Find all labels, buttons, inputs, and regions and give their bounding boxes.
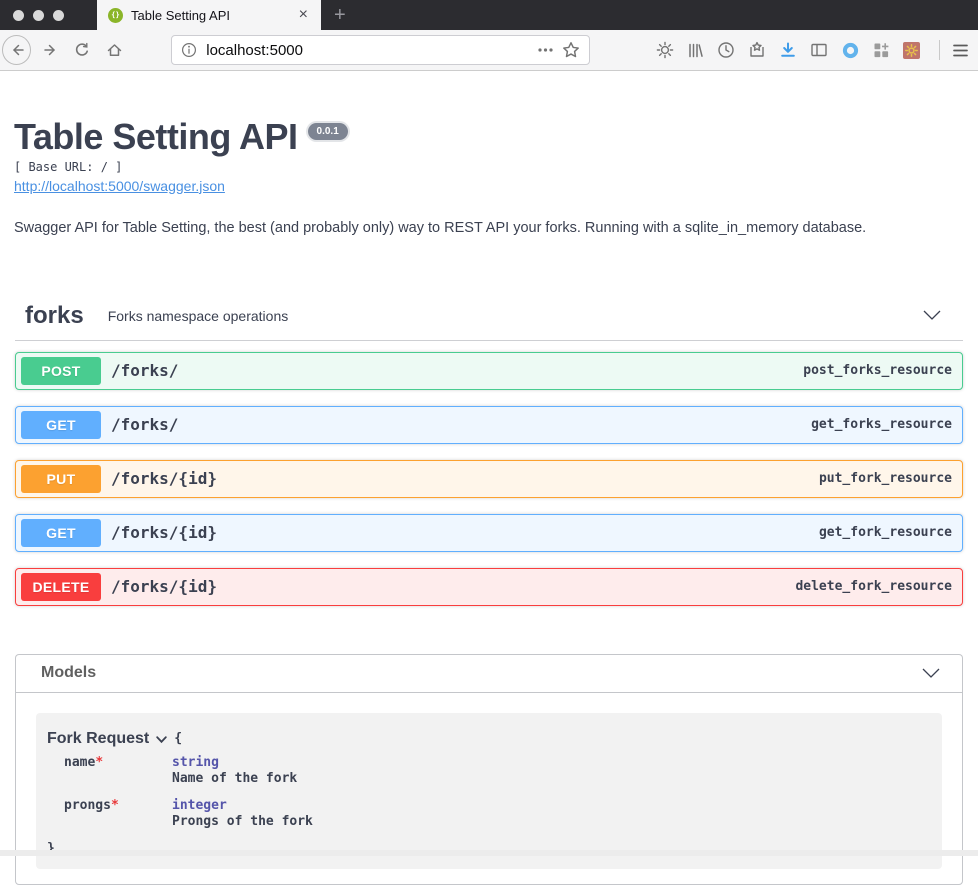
- url-bar[interactable]: localhost:5000: [171, 35, 590, 65]
- downloads-icon[interactable]: [779, 41, 797, 59]
- endpoint-path: /forks/{id}: [111, 577, 217, 597]
- tab-title: Table Setting API: [131, 7, 231, 23]
- operation-id: put_fork_resource: [818, 471, 952, 487]
- operation-id: post_forks_resource: [803, 363, 952, 379]
- menu-icon[interactable]: [952, 43, 969, 58]
- endpoint-put-fork[interactable]: PUT /forks/{id} put_fork_resource: [15, 459, 963, 498]
- endpoint-post-forks[interactable]: POST /forks/ post_forks_resource: [15, 351, 963, 390]
- extension-ring-icon[interactable]: [841, 41, 860, 60]
- models-section-title: Models: [41, 664, 97, 682]
- tab-bar: {} Table Setting API × +: [0, 0, 978, 30]
- api-info: Table Setting API 0.0.1 [ Base URL: / ] …: [0, 117, 978, 236]
- history-clock-icon[interactable]: [717, 41, 735, 59]
- endpoint-delete-fork[interactable]: DELETE /forks/{id} delete_fork_resource: [15, 567, 963, 606]
- page-background-strip: [0, 850, 978, 856]
- api-description: Swagger API for Table Setting, the best …: [14, 219, 867, 236]
- forks-section: forks Forks namespace operations POST /f…: [0, 292, 978, 606]
- page-title: Table Setting API: [14, 116, 298, 157]
- models-section-header[interactable]: Models: [16, 655, 962, 693]
- extensions-grid-icon[interactable]: [873, 42, 890, 59]
- method-badge-get: GET: [21, 410, 101, 439]
- endpoint-list: POST /forks/ post_forks_resource GET /fo…: [15, 351, 963, 606]
- back-icon[interactable]: [2, 35, 32, 65]
- open-brace: {: [174, 731, 183, 747]
- endpoint-path: /forks/{id}: [111, 523, 217, 543]
- property-label: prongs: [64, 797, 111, 813]
- required-star: *: [110, 797, 119, 813]
- method-badge-put: PUT: [21, 464, 101, 493]
- page-actions-icon[interactable]: [538, 48, 553, 52]
- property-name: name* string Name of the fork: [64, 755, 932, 786]
- endpoint-path: /forks/{id}: [111, 469, 217, 489]
- tab-close-icon[interactable]: ×: [297, 7, 310, 23]
- url-text[interactable]: localhost:5000: [206, 42, 529, 59]
- bookmarks-tray-icon[interactable]: [748, 41, 766, 59]
- property-type: integer: [172, 797, 227, 813]
- swagger-page: Table Setting API 0.0.1 [ Base URL: / ] …: [0, 117, 978, 885]
- method-badge-post: POST: [21, 356, 101, 385]
- chevron-down-icon[interactable]: [923, 310, 941, 321]
- model-title: Fork Request: [47, 729, 150, 747]
- operation-id: delete_fork_resource: [795, 579, 952, 595]
- property-description: Prongs of the fork: [172, 813, 313, 829]
- forks-section-header[interactable]: forks Forks namespace operations: [15, 292, 963, 341]
- home-icon[interactable]: [106, 42, 123, 58]
- version-badge: 0.0.1: [307, 123, 348, 140]
- method-badge-get: GET: [21, 518, 101, 547]
- model-fork-request: Fork Request { name* string Name of the …: [36, 712, 942, 869]
- bookmark-star-icon[interactable]: [562, 41, 580, 59]
- operation-id: get_fork_resource: [818, 525, 952, 541]
- operation-id: get_forks_resource: [811, 417, 952, 433]
- swagger-json-link[interactable]: http://localhost:5000/swagger.json: [14, 178, 225, 194]
- endpoint-get-fork[interactable]: GET /forks/{id} get_fork_resource: [15, 513, 963, 552]
- toolbar-separator: [939, 40, 940, 60]
- model-properties: name* string Name of the fork prongs* in…: [64, 755, 932, 829]
- services-sun-icon[interactable]: [656, 41, 674, 59]
- base-url: [ Base URL: / ]: [14, 159, 123, 174]
- model-toggle-chevron-icon[interactable]: [156, 736, 167, 744]
- required-star: *: [95, 754, 104, 770]
- chevron-down-icon[interactable]: [922, 668, 940, 679]
- property-description: Name of the fork: [172, 770, 298, 786]
- reload-icon[interactable]: [74, 42, 90, 58]
- sidebar-icon[interactable]: [810, 41, 828, 59]
- endpoint-path: /forks/: [111, 415, 179, 435]
- window-zoom-button[interactable]: [53, 9, 64, 21]
- swagger-favicon-icon: {}: [108, 7, 123, 23]
- forks-section-title: forks: [25, 301, 84, 329]
- endpoint-path: /forks/: [111, 361, 179, 381]
- forks-section-subtitle: Forks namespace operations: [107, 307, 289, 324]
- toolbar-extensions: [656, 40, 940, 60]
- property-prongs: prongs* integer Prongs of the fork: [64, 798, 932, 829]
- endpoint-get-forks[interactable]: GET /forks/ get_forks_resource: [15, 405, 963, 444]
- new-tab-button[interactable]: +: [321, 0, 359, 30]
- window-close-button[interactable]: [13, 9, 24, 21]
- property-type: string: [172, 754, 219, 770]
- window-controls: [0, 0, 97, 30]
- navigation-toolbar: localhost:5000: [0, 30, 978, 71]
- library-icon[interactable]: [687, 42, 704, 59]
- method-badge-delete: DELETE: [21, 572, 101, 601]
- page-info-icon[interactable]: [181, 42, 197, 58]
- tab-table-setting-api[interactable]: {} Table Setting API ×: [97, 0, 321, 30]
- extension-gear-icon[interactable]: [903, 41, 920, 59]
- window-minimize-button[interactable]: [33, 9, 44, 21]
- forward-icon[interactable]: [43, 42, 59, 58]
- property-label: name: [64, 754, 96, 770]
